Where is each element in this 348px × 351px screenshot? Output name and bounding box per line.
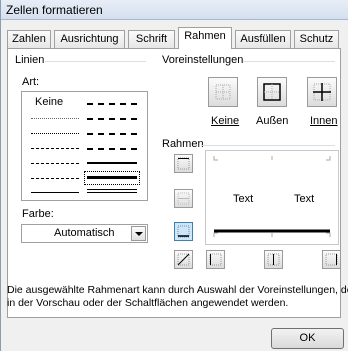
preset-outline-button[interactable]: [257, 77, 287, 107]
line-style-double[interactable]: [87, 189, 137, 193]
border-bottom-icon: [177, 225, 190, 238]
border-middle-vertical-button[interactable]: [264, 250, 283, 269]
voreinstellungen-group-label: Voreinstellungen: [161, 54, 245, 66]
border-outline-icon: [263, 83, 281, 101]
tab-schutz[interactable]: Schutz: [294, 30, 339, 48]
preset-inside-label: Innen: [310, 115, 338, 127]
format-cells-dialog: Zellen formatieren Zahlen Ausrichtung Sc…: [0, 0, 348, 351]
selected-style-focus: [84, 171, 140, 185]
line-style-list[interactable]: Keine: [21, 91, 148, 201]
preset-outline-label: Außen: [256, 115, 289, 127]
border-top-icon: [177, 157, 190, 170]
border-none-icon: [215, 84, 231, 100]
border-bottom-button[interactable]: [174, 222, 193, 241]
line-style-medium[interactable]: [87, 162, 137, 164]
preset-none-button[interactable]: [208, 77, 238, 107]
art-label: Art:: [22, 76, 40, 88]
border-diagonal-up-button[interactable]: [174, 250, 193, 269]
rahmen-group-line: [201, 145, 335, 146]
preview-markers: [213, 156, 331, 237]
border-top-button[interactable]: [174, 154, 193, 173]
preview-text-right: Text: [294, 193, 315, 205]
border-horizontal-icon: [177, 192, 190, 205]
line-style-dashed[interactable]: [31, 178, 79, 179]
info-text-line-2: in der Vorschau oder der Schaltflächen a…: [7, 297, 289, 309]
border-right-icon: [325, 253, 338, 266]
title-bar: Zellen formatieren: [1, 0, 348, 20]
ok-button[interactable]: OK: [271, 328, 344, 349]
tab-ausrichtung[interactable]: Ausrichtung: [54, 30, 125, 48]
line-style-thick[interactable]: [87, 176, 137, 179]
line-style-thin[interactable]: [31, 192, 79, 193]
tab-rahmen[interactable]: Rahmen: [178, 27, 232, 49]
diagonal-up-icon: [177, 253, 190, 266]
linien-group-label: Linien: [14, 54, 46, 66]
dialog-title: Zellen formatieren: [6, 3, 103, 17]
tab-ausfuellen[interactable]: Ausfüllen: [235, 30, 291, 48]
line-style-slanted-dash-dot[interactable]: [87, 118, 137, 120]
border-left-icon: [209, 253, 222, 266]
line-style-medium-dash-dot-dot[interactable]: [87, 103, 137, 105]
tab-zahlen[interactable]: Zahlen: [7, 30, 51, 48]
line-style-hairline[interactable]: [31, 118, 79, 119]
color-select-value: Automatisch: [54, 227, 115, 239]
border-left-button[interactable]: [206, 250, 225, 269]
border-right-button[interactable]: [322, 250, 341, 269]
preset-none-label: Keine: [211, 115, 240, 127]
farbe-label: Farbe:: [22, 208, 54, 220]
voreinstellungen-group-line: [243, 61, 335, 62]
line-style-medium-dashed[interactable]: [87, 148, 137, 150]
preview-text-left: Text: [233, 193, 254, 205]
border-inside-icon: [313, 83, 331, 101]
line-style-dotted[interactable]: [31, 133, 79, 134]
chevron-down-icon[interactable]: [131, 226, 146, 241]
preset-inside-button[interactable]: [307, 77, 337, 107]
tab-schrift[interactable]: Schrift: [128, 30, 175, 48]
rahmen-group-label: Rahmen: [161, 138, 205, 150]
rahmen-panel: Linien Art: Keine Farbe: Automatisch Vor…: [7, 48, 348, 318]
border-middle-horizontal-button[interactable]: [174, 189, 193, 208]
color-select[interactable]: Automatisch: [21, 224, 148, 243]
info-text-line-1: Die ausgewählte Rahmenart kann durch Aus…: [7, 284, 348, 296]
line-style-none[interactable]: Keine: [35, 96, 63, 108]
line-style-medium-dash-dot[interactable]: [87, 133, 137, 135]
border-preview[interactable]: Text Text: [205, 150, 339, 245]
border-vertical-icon: [267, 253, 280, 266]
line-style-dash-dot-dot[interactable]: [31, 148, 79, 149]
line-style-dash-dot[interactable]: [31, 163, 79, 164]
